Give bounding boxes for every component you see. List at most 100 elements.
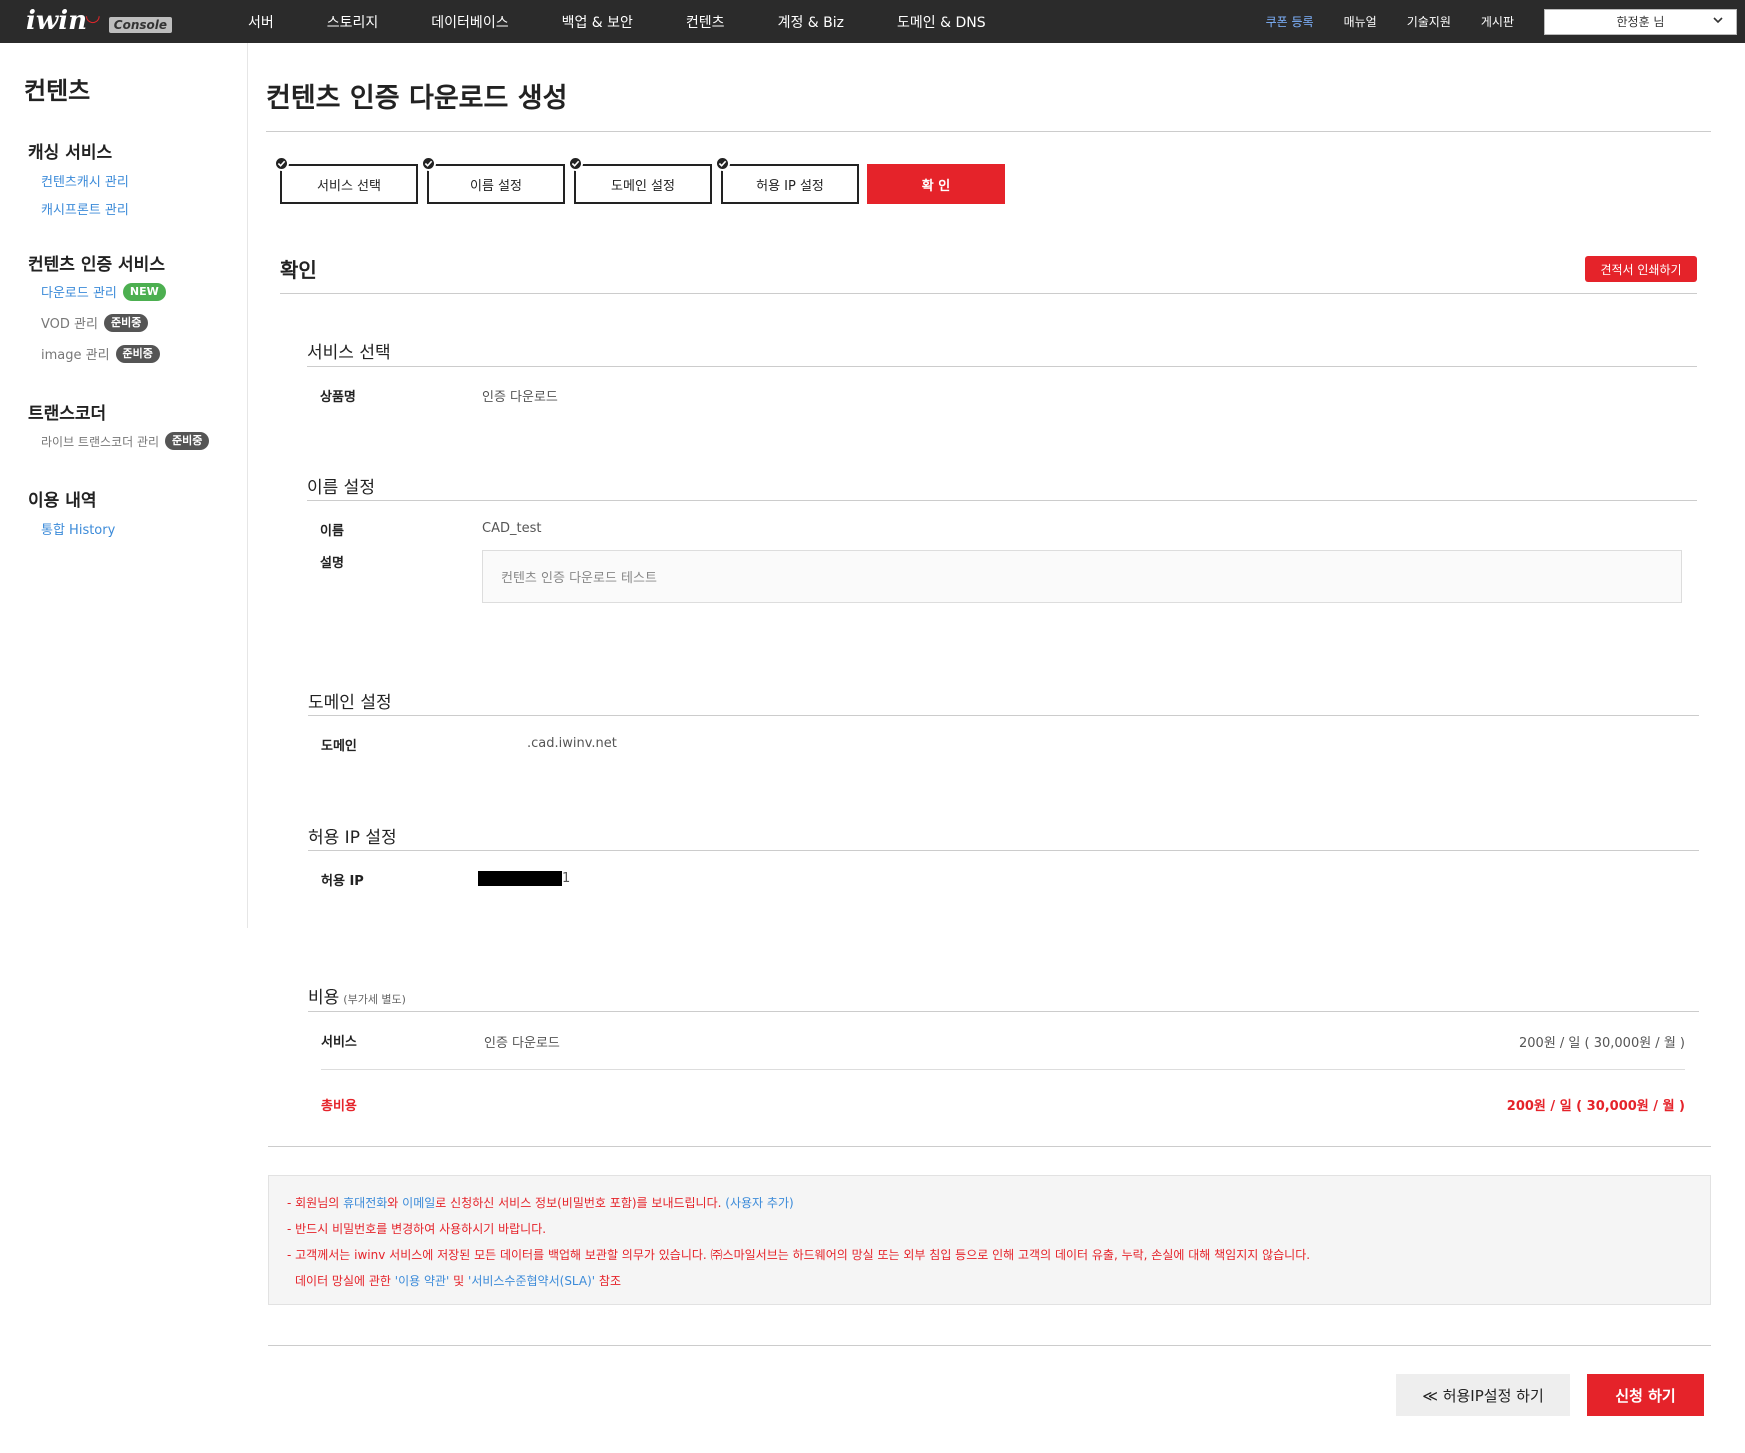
sidebar-item-cachefront[interactable]: 캐시프론트 관리 <box>41 199 129 218</box>
sidebar-item-label: VOD 관리 <box>41 317 98 332</box>
check-icon <box>568 156 583 171</box>
sidebar-title: 컨텐츠 <box>24 77 91 105</box>
cost-section-heading: 비용 (부가세 별도) <box>308 983 406 1008</box>
notice-line-4: 데이터 망실에 관한 '이용 약관' 및 '서비스수준협약서(SLA)' 참조 <box>295 1274 621 1288</box>
redacted-ip <box>478 871 562 886</box>
description-value: 컨텐츠 인증 다운로드 테스트 <box>482 550 1682 603</box>
sidebar-item-vod[interactable]: VOD 관리 준비중 <box>41 313 149 332</box>
product-name-label: 상품명 <box>320 390 356 405</box>
notice-box: - 회원님의 휴대전화와 이메일로 신청하신 서비스 정보(비밀번호 포함)를 … <box>268 1175 1711 1305</box>
name-label: 이름 <box>320 524 344 539</box>
board-link[interactable]: 게시판 <box>1481 13 1514 30</box>
step-label: 서비스 선택 <box>317 178 381 194</box>
manual-link[interactable]: 매뉴얼 <box>1344 13 1377 30</box>
nav-storage[interactable]: 스토리지 <box>327 12 379 32</box>
step-service-select[interactable]: 서비스 선택 <box>274 156 418 204</box>
step-domain-setting[interactable]: 도메인 설정 <box>568 156 712 204</box>
sidebar-item-label: 라이브 트랜스코더 관리 <box>41 434 160 449</box>
nav-account-biz[interactable]: 계정 & Biz <box>778 12 844 32</box>
user-menu-dropdown[interactable]: 한정훈 님 <box>1544 8 1737 35</box>
notice-line-1: - 회원님의 휴대전화와 이메일로 신청하신 서비스 정보(비밀번호 포함)를 … <box>287 1196 794 1210</box>
sidebar-item-label: 캐시프론트 관리 <box>41 203 129 218</box>
allowed-ip-label: 허용 IP <box>321 874 364 889</box>
divider <box>266 131 1711 132</box>
service-section-heading: 서비스 선택 <box>307 343 391 363</box>
coupon-link[interactable]: 쿠폰 등록 <box>1266 13 1314 30</box>
check-icon <box>274 156 289 171</box>
sidebar-item-contents-cache[interactable]: 컨텐츠캐시 관리 <box>41 171 129 190</box>
notice-line-3: - 고객께서는 iwinv 서비스에 저장된 모든 데이터를 백업해 보관할 의… <box>287 1248 1311 1262</box>
domain-label: 도메인 <box>321 739 357 754</box>
sidebar-item-label: 컨텐츠캐시 관리 <box>41 175 129 190</box>
divider <box>307 500 1697 501</box>
support-link[interactable]: 기술지원 <box>1407 13 1451 30</box>
sidebar-item-image[interactable]: image 관리 준비중 <box>41 344 160 363</box>
sidebar-group-auth: 컨텐츠 인증 서비스 <box>28 255 165 275</box>
phone-link[interactable]: 휴대전화 <box>343 1196 387 1210</box>
utility-nav: 쿠폰 등록 매뉴얼 기술지원 게시판 한정훈 님 <box>1266 0 1745 43</box>
sidebar-item-label: 다운로드 관리 <box>41 286 117 301</box>
divider <box>308 850 1699 851</box>
divider <box>280 293 1697 294</box>
divider <box>268 1345 1711 1346</box>
sidebar-group-caching: 캐싱 서비스 <box>28 143 113 163</box>
step-label: 이름 설정 <box>470 178 522 194</box>
divider <box>307 366 1697 367</box>
sidebar-item-label: image 관리 <box>41 348 110 363</box>
nav-contents[interactable]: 컨텐츠 <box>686 12 725 32</box>
logo[interactable]: iwin ◡ Console <box>26 5 172 36</box>
nav-domain-dns[interactable]: 도메인 & DNS <box>897 12 986 32</box>
sidebar-group-transcoder: 트랜스코더 <box>28 404 107 424</box>
check-icon <box>421 156 436 171</box>
sidebar-item-download[interactable]: 다운로드 관리 NEW <box>41 282 166 301</box>
console-badge: Console <box>108 17 172 33</box>
step-ip-setting[interactable]: 허용 IP 설정 <box>715 156 859 204</box>
chevron-down-icon <box>1712 14 1724 29</box>
divider <box>321 1069 1685 1070</box>
sidebar-group-usage: 이용 내역 <box>28 491 97 511</box>
sidebar-item-history[interactable]: 통합 History <box>41 519 115 538</box>
preparing-badge: 준비중 <box>115 344 160 363</box>
step-label: 허용 IP 설정 <box>756 178 824 194</box>
submit-button[interactable]: 신청 하기 <box>1587 1374 1704 1416</box>
name-section-heading: 이름 설정 <box>307 478 375 498</box>
new-badge: NEW <box>122 282 166 301</box>
product-name-value: 인증 다운로드 <box>482 390 558 405</box>
add-user-link[interactable]: (사용자 추가) <box>725 1196 793 1210</box>
total-cost-label: 총비용 <box>321 1099 357 1114</box>
preparing-badge: 준비중 <box>165 432 210 450</box>
step-name-setting[interactable]: 이름 설정 <box>421 156 565 204</box>
domain-value: .cad.iwinv.net <box>527 736 617 751</box>
total-cost-value: 200원 / 일 ( 30,000원 / 월 ) <box>1506 1099 1685 1114</box>
notice-line-2: - 반드시 비밀번호를 변경하여 사용하시기 바랍니다. <box>287 1222 547 1236</box>
allowed-ip-value-suffix: 1 <box>562 871 571 886</box>
prev-ip-setting-button[interactable]: ≪ 허용IP설정 하기 <box>1396 1374 1570 1416</box>
cost-service-name: 인증 다운로드 <box>484 1036 560 1051</box>
nav-server[interactable]: 서버 <box>248 12 274 32</box>
sidebar-item-label: 통합 History <box>41 523 116 538</box>
top-navigation-bar: iwin ◡ Console 서버 스토리지 데이터베이스 백업 & 보안 컨텐… <box>0 0 1745 43</box>
main-nav: 서버 스토리지 데이터베이스 백업 & 보안 컨텐츠 계정 & Biz 도메인 … <box>248 0 1039 43</box>
domain-section-heading: 도메인 설정 <box>308 693 392 713</box>
sla-link[interactable]: '서비스수준협약서(SLA)' <box>468 1274 595 1288</box>
print-estimate-button[interactable]: 견적서 인쇄하기 <box>1585 256 1697 282</box>
email-link[interactable]: 이메일 <box>402 1196 435 1210</box>
step-confirm[interactable]: 확 인 <box>867 164 1005 204</box>
preparing-badge: 준비중 <box>103 313 149 332</box>
vat-note: (부가세 별도) <box>343 993 406 1006</box>
page-title: 컨텐츠 인증 다운로드 생성 <box>266 83 568 114</box>
description-label: 설명 <box>320 556 344 571</box>
logo-text: iwin <box>26 6 88 36</box>
sidebar-item-live-transcoder[interactable]: 라이브 트랜스코더 관리 준비중 <box>41 432 210 450</box>
nav-backup-security[interactable]: 백업 & 보안 <box>562 12 633 32</box>
cost-service-price: 200원 / 일 ( 30,000원 / 월 ) <box>1519 1036 1685 1051</box>
sidebar: 컨텐츠 캐싱 서비스 컨텐츠캐시 관리 캐시프론트 관리 컨텐츠 인증 서비스 … <box>0 43 248 928</box>
terms-link[interactable]: '이용 약관' <box>395 1274 450 1288</box>
divider <box>268 1146 1711 1147</box>
check-icon <box>715 156 730 171</box>
ip-section-heading: 허용 IP 설정 <box>308 828 397 848</box>
name-value: CAD_test <box>482 521 542 536</box>
nav-database[interactable]: 데이터베이스 <box>431 12 508 32</box>
step-label: 확 인 <box>921 178 951 194</box>
user-name: 한정훈 님 <box>1616 15 1665 29</box>
